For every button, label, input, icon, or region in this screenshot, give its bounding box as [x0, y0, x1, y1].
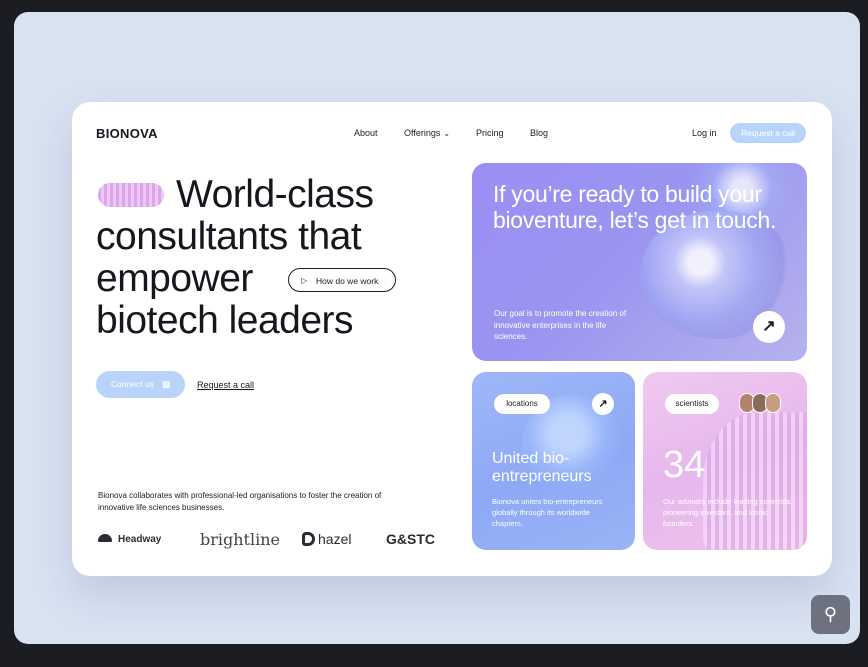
hero-title-line3: empower: [96, 257, 253, 300]
logo[interactable]: BIONOVA: [96, 126, 158, 141]
arrow-up-right-icon[interactable]: ↗: [592, 393, 614, 415]
decorative-stripes: [703, 412, 807, 550]
search-sparkle-icon[interactable]: ⚲: [811, 595, 850, 634]
scientists-count: 34: [663, 444, 706, 486]
partner-gstc: G&STC: [386, 531, 435, 547]
scientists-card[interactable]: scientists 34 Our advisors include leadi…: [643, 372, 807, 550]
play-icon: ▷: [301, 276, 308, 285]
chevron-down-icon: ⌄: [443, 129, 451, 138]
locations-card[interactable]: locations ↗ United bio-entrepreneurs Bio…: [472, 372, 635, 550]
scientists-chip: scientists: [665, 394, 719, 414]
nav-about[interactable]: About: [354, 128, 378, 138]
how-we-work-button[interactable]: ▷ How do we work: [288, 268, 396, 292]
request-call-button[interactable]: Request a call: [730, 123, 806, 143]
decorative-pill: [98, 183, 164, 207]
contact-card-title: If you’re ready to build your bioventure…: [493, 181, 777, 233]
hero-blurb: Bionova collaborates with professional-l…: [98, 491, 382, 512]
nav-offerings[interactable]: Offerings ⌄: [404, 128, 450, 138]
page-frame: BIONOVA About Offerings ⌄ Pricing Blog Lo…: [14, 12, 860, 644]
hazel-logo-icon: [302, 532, 315, 546]
hero-title-line1: World-class: [176, 173, 374, 216]
how-we-work-label: How do we work: [316, 276, 379, 286]
hero-title-line2: consultants that: [96, 215, 362, 258]
avatar: [765, 393, 781, 413]
login-link[interactable]: Log in: [692, 128, 717, 138]
contact-card[interactable]: If you’re ready to build your bioventure…: [472, 163, 807, 361]
locations-title: United bio-entrepreneurs: [492, 450, 592, 485]
chat-icon: ▩: [162, 379, 171, 389]
contact-card-subtitle: Our goal is to promote the creation of i…: [494, 309, 627, 341]
connect-button[interactable]: Connect us ▩: [96, 371, 185, 398]
headway-logo-icon: [98, 534, 112, 542]
nav-pricing[interactable]: Pricing: [476, 128, 504, 138]
nav-offerings-label: Offerings: [404, 128, 441, 138]
avatar-group: [739, 393, 787, 415]
locations-chip: locations: [494, 394, 550, 414]
connect-label: Connect us: [111, 379, 154, 389]
landing-page: BIONOVA About Offerings ⌄ Pricing Blog Lo…: [72, 102, 832, 576]
arrow-up-right-icon[interactable]: ↗: [753, 311, 785, 343]
partner-hazel: hazel: [302, 531, 351, 547]
partner-headway: Headway: [98, 534, 161, 545]
request-call-link[interactable]: Request a call: [197, 380, 254, 390]
nav-blog[interactable]: Blog: [530, 128, 548, 138]
scientists-subtitle: Our advisors include leading scientists,…: [663, 497, 793, 528]
partner-brightline: brightline: [200, 530, 280, 549]
locations-subtitle: Bionova unites bio-entrepreneurs globall…: [492, 497, 603, 528]
hero-title-line4: biotech leaders: [96, 299, 354, 342]
